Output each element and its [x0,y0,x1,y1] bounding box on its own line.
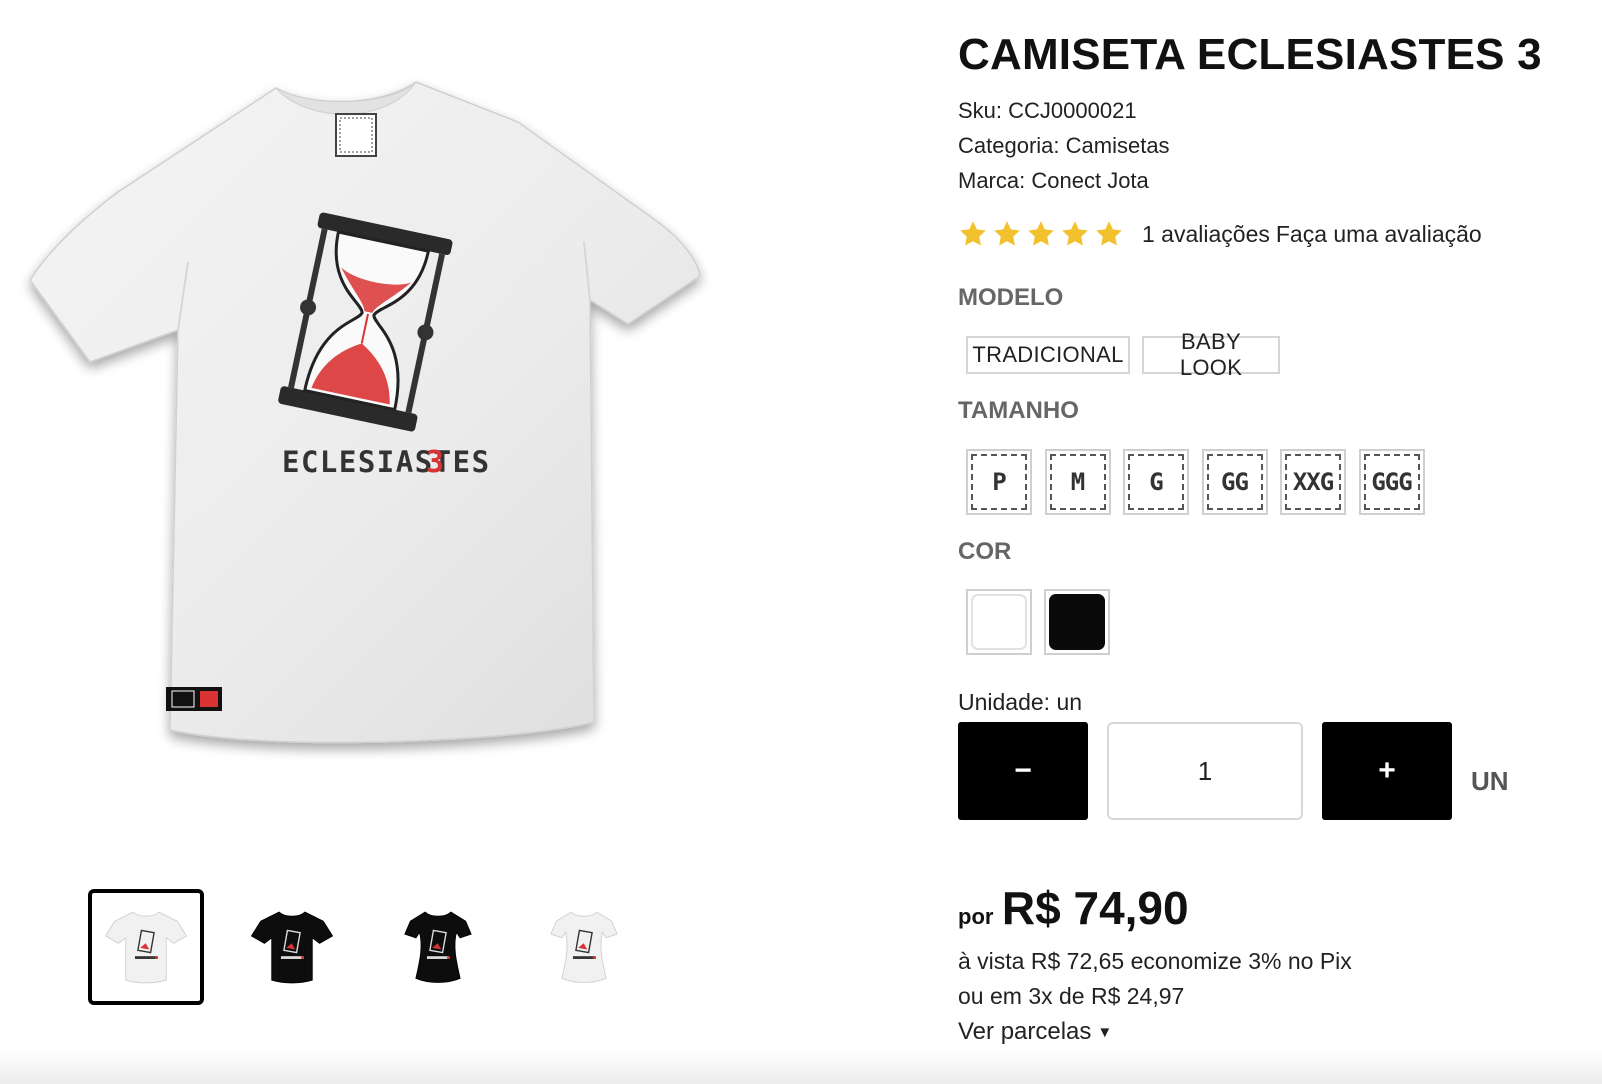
size-option-label: XXG [1285,454,1341,510]
installments-line: ou em 3x de R$ 24,97 [958,983,1185,1009]
color-option-black[interactable] [1044,589,1110,655]
thumbnail-shirt-image [250,911,334,984]
star-icon [1062,221,1088,246]
review-count: 1 avaliações [1142,220,1270,247]
size-option-gg[interactable]: GG [1201,449,1268,515]
sku-value: CCJ0000021 [1008,98,1137,123]
size-option-xxg[interactable]: XXG [1280,449,1346,515]
category-line: Categoria: Camisetas [958,133,1170,159]
size-option-label: M [1049,454,1106,510]
color-option-white[interactable] [966,589,1032,655]
quantity-input[interactable] [1107,722,1303,820]
print-text: ECLESIASTES [282,445,491,479]
pix-price-line: à vista R$ 72,65 economize 3% no Pix [958,948,1352,974]
color-swatch [1049,594,1105,650]
brand-label: Marca: [958,168,1026,193]
caret-down-icon: ▼ [1097,1024,1113,1041]
star-icon [1028,221,1054,246]
unit-suffix: UN [1471,766,1509,796]
model-label: MODELO [958,284,1064,311]
star-icon [1096,221,1122,246]
category-value[interactable]: Camisetas [1066,133,1170,158]
increase-quantity-button[interactable]: + [1322,722,1452,820]
model-option-tradicional[interactable]: TRADICIONAL [966,336,1130,374]
write-review-link[interactable]: Faça uma avaliação [1276,221,1482,248]
star-icon [994,221,1020,246]
color-label: COR [958,538,1012,565]
thumbnail-shirt-image [550,911,618,983]
price-value: R$ 74,90 [1001,882,1189,934]
model-option-baby-look[interactable]: BABY LOOK [1142,329,1280,380]
thumbnail-4[interactable] [526,889,642,1005]
thumbnail-shirt-image [104,911,188,984]
sku-line: Sku: CCJ0000021 [958,98,1137,124]
thumbnail-shirt-image [404,911,472,983]
size-label: TAMANHO [958,397,1079,424]
bottom-fade [0,1050,1602,1084]
rating-stars [958,219,1124,249]
thumbnail-2[interactable] [234,889,350,1005]
unit-label: Unidade: un [958,689,1083,715]
color-swatch [971,594,1027,650]
star-icon [960,221,986,246]
price-prefix: por [958,904,994,929]
size-option-label: P [971,454,1027,510]
print-number: 3 [426,445,444,480]
category-label: Categoria: [958,133,1060,158]
price-row: por R$ 74,90 [958,881,1189,935]
see-installments-label: Ver parcelas [958,1018,1092,1045]
size-option-label: GGG [1363,454,1420,510]
size-option-p[interactable]: P [966,449,1032,515]
brand-line: Marca: Conect Jota [958,168,1149,194]
size-option-g[interactable]: G [1123,449,1189,515]
see-installments-link[interactable]: Ver parcelas ▼ [958,1018,1112,1046]
size-option-m[interactable]: M [1044,449,1111,515]
size-option-ggg[interactable]: GGG [1358,449,1425,515]
size-option-label: G [1128,454,1184,510]
rating-row: 1 avaliações Faça uma avaliação [958,219,1482,249]
thumbnail-3[interactable] [380,889,496,1005]
product-title: CAMISETA ECLESIASTES 3 [958,30,1542,79]
decrease-quantity-button[interactable]: − [958,722,1088,820]
sku-label: Sku: [958,98,1003,123]
main-product-image[interactable]: ECLESIASTES 3 [18,62,718,782]
brand-value[interactable]: Conect Jota [1031,168,1148,193]
size-option-label: GG [1206,454,1263,510]
thumbnail-1[interactable] [88,889,204,1005]
